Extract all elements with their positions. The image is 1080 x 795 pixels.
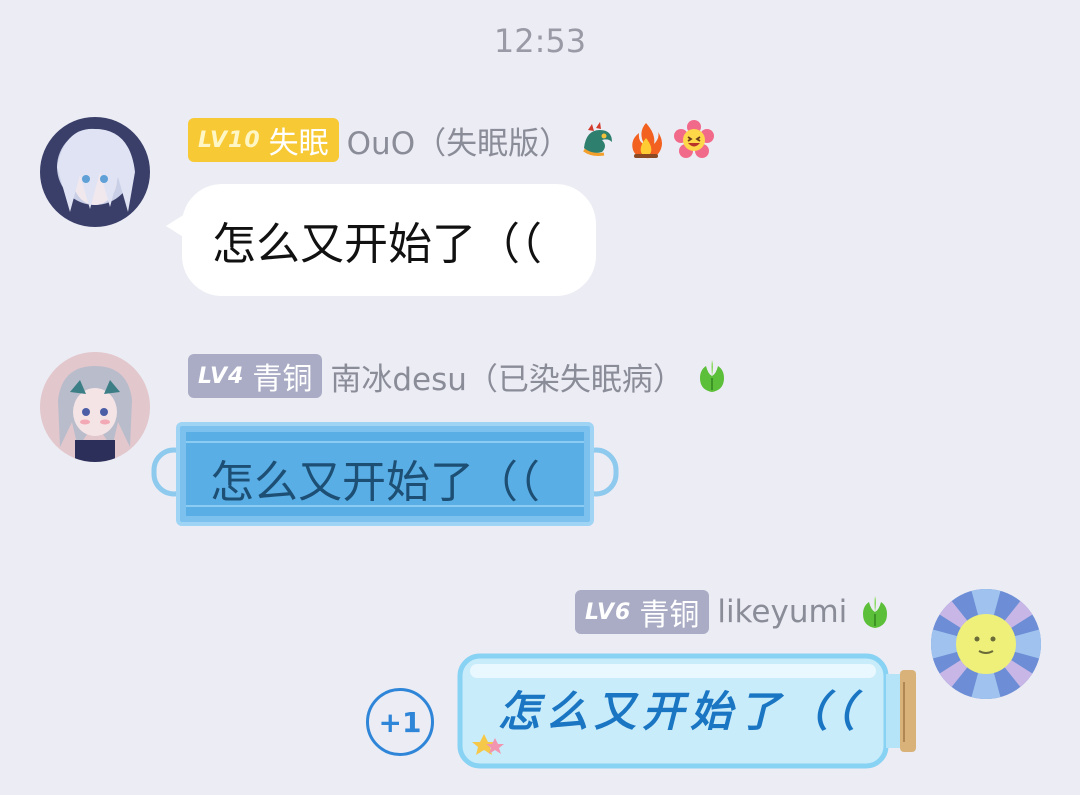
fire-icon (626, 120, 666, 160)
level-badge: LV6 青铜 (575, 590, 710, 634)
message-bubble[interactable]: 怎么又开始了（（ (456, 652, 922, 772)
avatar[interactable] (40, 117, 150, 227)
sender-name[interactable]: OuO（失眠版） (347, 118, 570, 163)
level-title: 青铜 (252, 362, 313, 397)
level-number: LV10 (198, 127, 261, 153)
level-number: LV6 (585, 599, 632, 625)
message-bubble[interactable]: 怎么又开始了（（ (166, 184, 596, 296)
message-text: 怎么又开始了（（ (498, 687, 862, 736)
dragon-icon (578, 120, 618, 160)
sender-name[interactable]: 南冰desu（已染失眠病） (330, 354, 684, 399)
avatar[interactable] (40, 352, 150, 462)
sender-name[interactable]: likeyumi (717, 594, 847, 630)
message-bubble[interactable]: 怎么又开始了（（ (150, 420, 620, 528)
level-badge: LV4 青铜 (188, 354, 323, 398)
avatar[interactable] (931, 589, 1041, 699)
level-badge: LV10 失眠 (188, 118, 339, 162)
sender-meta: LV4 青铜 南冰desu（已染失眠病） (188, 353, 732, 399)
sprout-icon (855, 592, 895, 632)
plus-one-button[interactable]: +1 (366, 688, 434, 756)
level-title: 失眠 (268, 126, 329, 161)
sender-meta: LV10 失眠 OuO（失眠版） (188, 117, 715, 163)
level-title: 青铜 (639, 598, 700, 633)
sender-meta: LV6 青铜 likeyumi (575, 589, 895, 635)
timestamp: 12:53 (493, 22, 587, 60)
message-text: 怎么又开始了（（ (210, 457, 540, 508)
sprout-icon (692, 356, 732, 396)
message-text: 怎么又开始了（（ (212, 219, 542, 270)
laughing-flower-icon (674, 120, 715, 160)
level-number: LV4 (198, 363, 245, 389)
